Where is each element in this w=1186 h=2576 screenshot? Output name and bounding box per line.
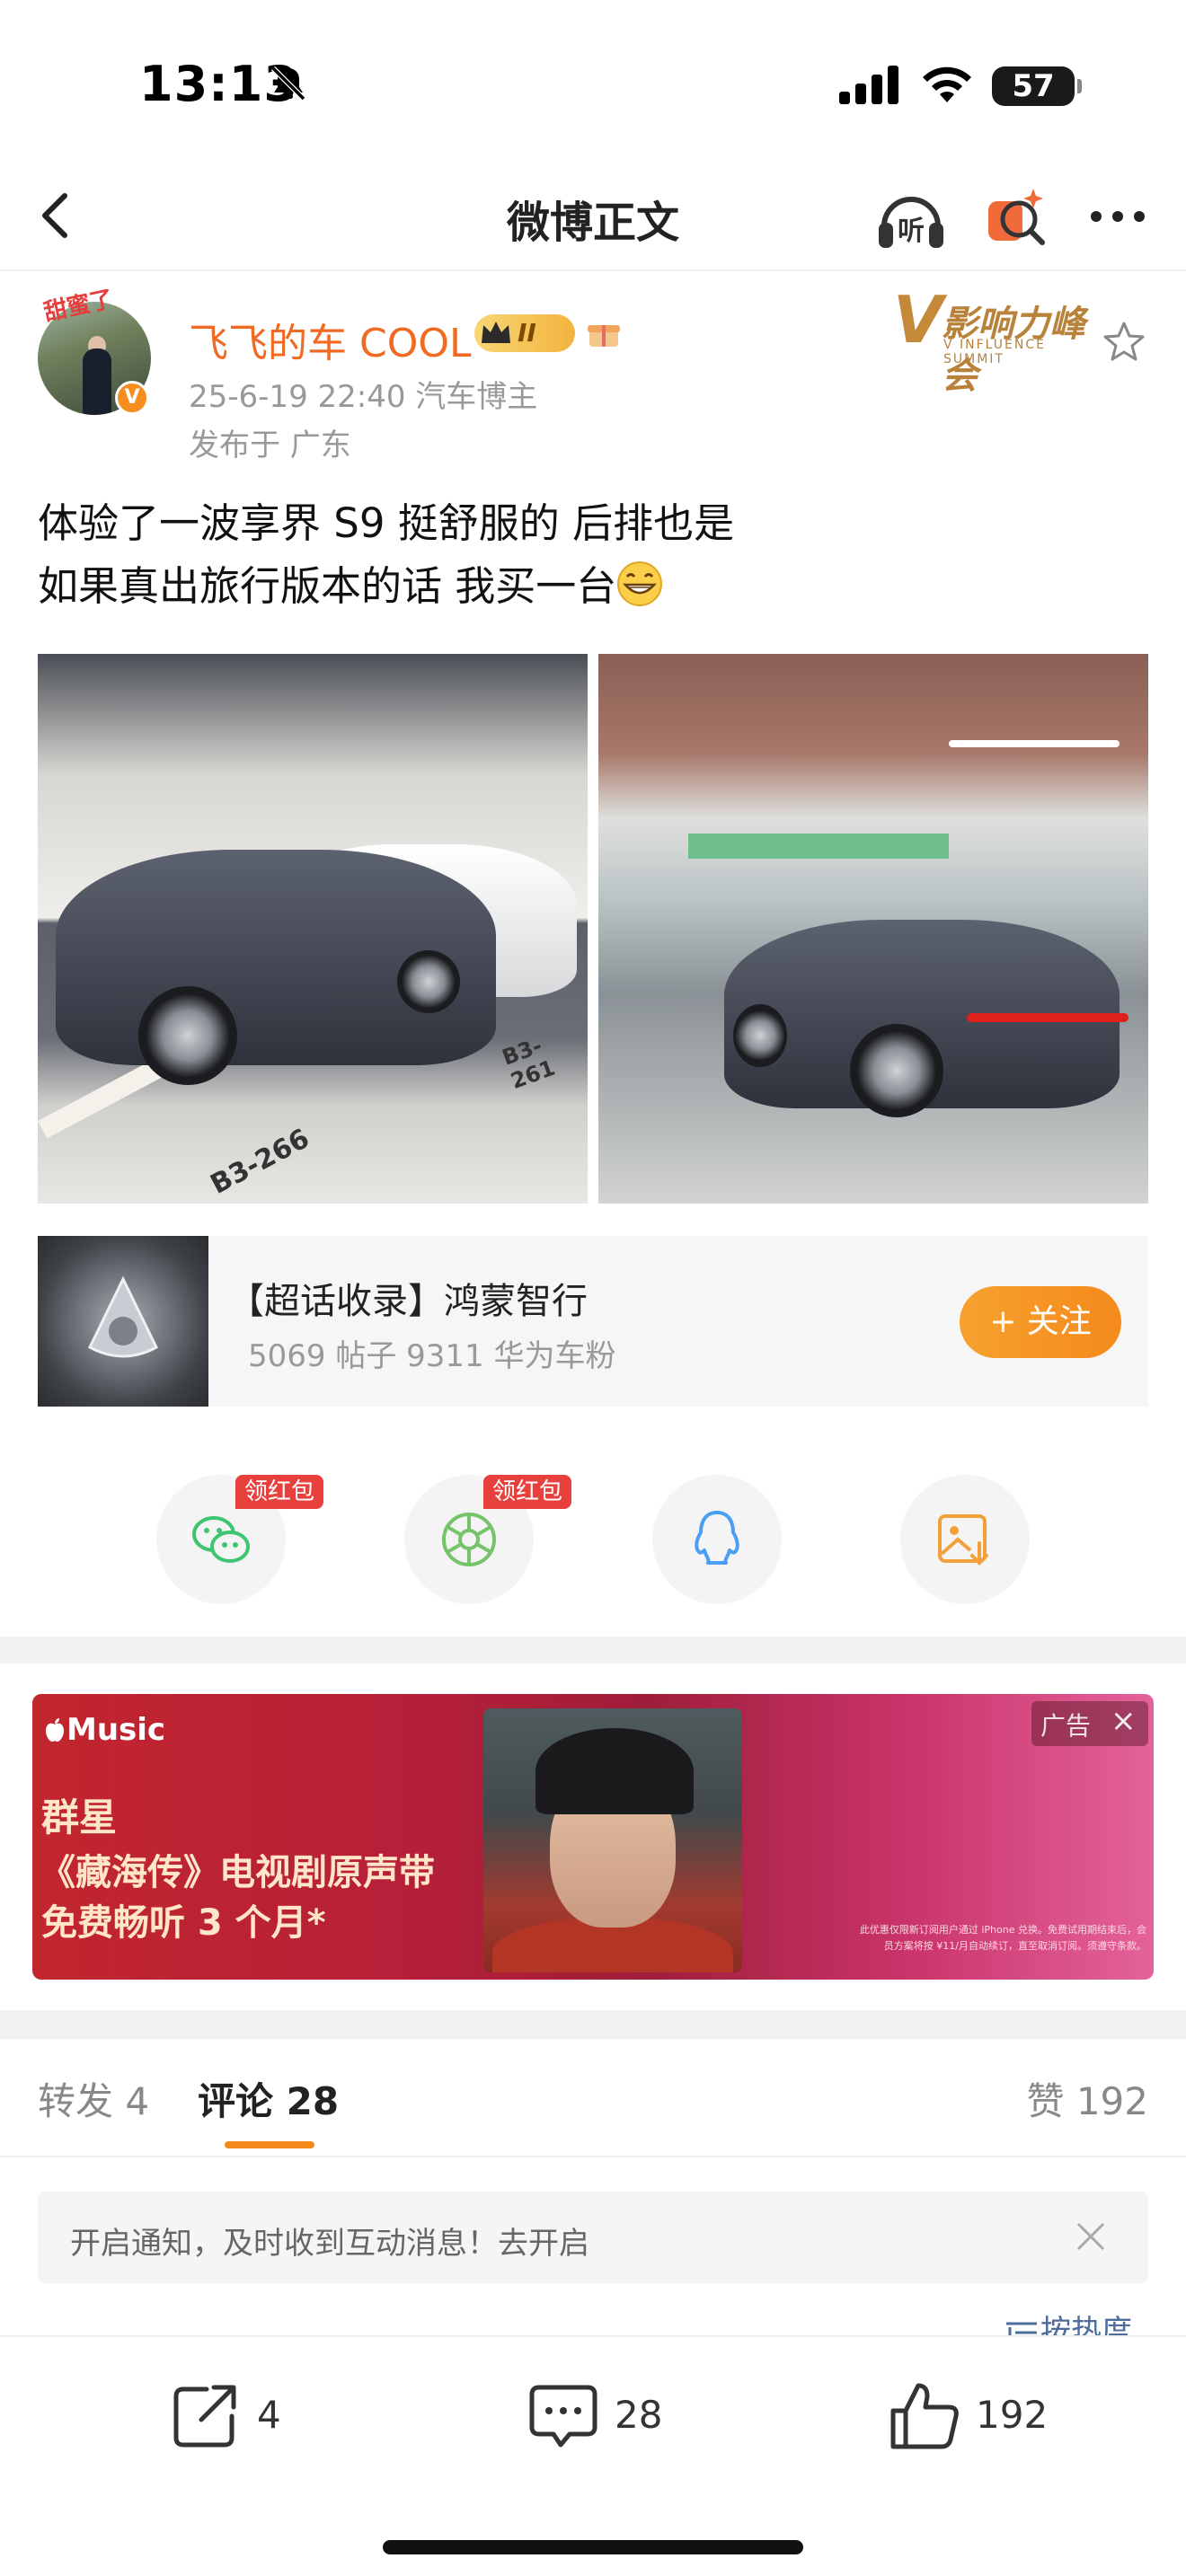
summit-mark: V bbox=[893, 282, 943, 357]
ad-poster-image bbox=[483, 1708, 742, 1972]
tab-comment[interactable]: 评论 28 bbox=[198, 2071, 339, 2126]
grin-emoji-icon bbox=[617, 561, 663, 606]
close-icon[interactable]: × bbox=[1111, 1703, 1137, 1739]
harmony-logo-icon bbox=[88, 1275, 158, 1358]
verified-badge: V bbox=[115, 381, 149, 415]
ad-brand-text: Music bbox=[66, 1712, 166, 1748]
cellular-signal-icon bbox=[839, 66, 898, 104]
share-qq-button[interactable] bbox=[652, 1475, 782, 1604]
car-wheel bbox=[397, 950, 460, 1013]
super-topic-card[interactable]: 【超话收录】鸿蒙智行 5069 帖子 9311 华为车粉 + 关注 bbox=[38, 1236, 1148, 1407]
listen-button[interactable]: 听 bbox=[873, 181, 949, 253]
tail-light bbox=[967, 1013, 1128, 1022]
post-text-line-1: 体验了一波享界 S9 挺舒服的 后排也是 bbox=[38, 499, 735, 547]
comment-count: 28 bbox=[615, 2393, 663, 2437]
comment-icon bbox=[529, 2385, 597, 2448]
topic-stats: 5069 帖子 9311 华为车粉 bbox=[248, 1338, 616, 1374]
bell-muted-icon bbox=[270, 66, 306, 101]
apple-logo-icon bbox=[46, 1718, 64, 1742]
level-badge[interactable]: II bbox=[474, 314, 575, 352]
redpack-tag[interactable]: 领红包 bbox=[483, 1475, 572, 1509]
gift-icon[interactable] bbox=[586, 318, 622, 348]
bottom-action-bar: 4 28 192 bbox=[0, 2335, 1186, 2576]
summit-subtitle: V INFLUENCE SUMMIT bbox=[943, 338, 1046, 366]
avatar-person-body bbox=[83, 348, 111, 415]
level-text: II bbox=[518, 318, 536, 348]
influence-summit-logo[interactable]: V 影响力峰会 V INFLUENCE SUMMIT bbox=[888, 282, 1112, 397]
star-icon[interactable] bbox=[1102, 320, 1146, 365]
more-icon[interactable] bbox=[1085, 187, 1150, 246]
ad-banner[interactable]: Music 群星 《藏海传》电视剧原声带 免费畅听 3 个月* 此优惠仅限新订阅… bbox=[32, 1694, 1154, 1980]
ad-tag[interactable]: 广告 × bbox=[1031, 1701, 1148, 1746]
car-wheel bbox=[138, 986, 237, 1085]
author-name[interactable]: 飞飞的车 COOL bbox=[189, 311, 472, 368]
nav-bar: 微博正文 听 bbox=[0, 162, 1186, 271]
wifi-icon bbox=[923, 66, 971, 102]
post-location: 发布于 广东 bbox=[189, 428, 351, 463]
topic-thumbnail bbox=[38, 1236, 208, 1407]
divider bbox=[0, 2156, 1186, 2157]
section-gap bbox=[0, 1636, 1186, 1663]
poster-hat bbox=[535, 1728, 694, 1814]
like-icon bbox=[890, 2383, 959, 2449]
redpack-tag[interactable]: 领红包 bbox=[235, 1475, 324, 1509]
parking-bay-label: B3-261 bbox=[499, 1033, 559, 1095]
car-wheel bbox=[733, 1004, 787, 1067]
topic-title: 【超话收录】鸿蒙智行 bbox=[228, 1281, 588, 1322]
car-wheel bbox=[850, 1024, 943, 1117]
save-image-icon bbox=[938, 1514, 988, 1566]
close-icon[interactable] bbox=[1069, 2215, 1112, 2258]
post-text-line-2: 如果真出旅行版本的话 我买一台 bbox=[38, 555, 1148, 618]
post-photo-1[interactable]: B3-266 B3-261 bbox=[38, 654, 588, 1204]
ad-line-2: 《藏海传》电视剧原声带 bbox=[40, 1852, 435, 1893]
green-sign bbox=[688, 834, 949, 859]
notification-prompt[interactable]: 开启通知，及时收到互动消息！去开启 bbox=[38, 2192, 1148, 2283]
notification-prompt-text[interactable]: 开启通知，及时收到互动消息！去开启 bbox=[70, 2219, 589, 2263]
status-bar: 13:13 57 bbox=[0, 0, 1186, 162]
ad-fine-print: 此优惠仅限新订阅用户通过 iPhone 兑换。免费试用期结束后，会员方案将按 ¥… bbox=[859, 1924, 1146, 1952]
post-text-line-2-content: 如果真出旅行版本的话 我买一台 bbox=[38, 562, 617, 610]
save-image-button[interactable] bbox=[900, 1475, 1030, 1604]
ceiling-light bbox=[949, 740, 1120, 747]
listen-label: 听 bbox=[898, 216, 925, 247]
tab-repost[interactable]: 转发 4 bbox=[38, 2071, 149, 2126]
home-indicator[interactable] bbox=[383, 2540, 803, 2554]
ad-line-1: 群星 bbox=[41, 1795, 118, 1839]
battery-level: 57 bbox=[992, 66, 1082, 106]
wechat-icon bbox=[192, 1516, 250, 1563]
post-photo-2[interactable] bbox=[598, 654, 1148, 1204]
section-gap bbox=[0, 2010, 1186, 2039]
parking-bay-label: B3-266 bbox=[205, 1123, 315, 1201]
repost-icon bbox=[173, 2385, 236, 2448]
ad-line-3: 免费畅听 3 个月* bbox=[41, 1902, 326, 1944]
repost-count: 4 bbox=[257, 2393, 281, 2437]
like-count: 192 bbox=[976, 2393, 1049, 2437]
follow-button[interactable]: + 关注 bbox=[960, 1286, 1121, 1358]
moments-icon bbox=[442, 1513, 496, 1566]
post-meta: 25-6-19 22:40 汽车博主 bbox=[189, 379, 538, 415]
ai-search-icon[interactable] bbox=[983, 183, 1051, 251]
qq-icon bbox=[695, 1511, 739, 1565]
ad-tag-label: 广告 bbox=[1040, 1711, 1092, 1741]
ad-brand: Music bbox=[43, 1712, 165, 1748]
tab-like[interactable]: 赞 192 bbox=[1026, 2071, 1148, 2126]
crown-icon bbox=[482, 322, 510, 343]
active-tab-indicator bbox=[225, 2141, 314, 2148]
post-text: 体验了一波享界 S9 挺舒服的 后排也是 如果真出旅行版本的话 我买一台 bbox=[38, 492, 1148, 618]
